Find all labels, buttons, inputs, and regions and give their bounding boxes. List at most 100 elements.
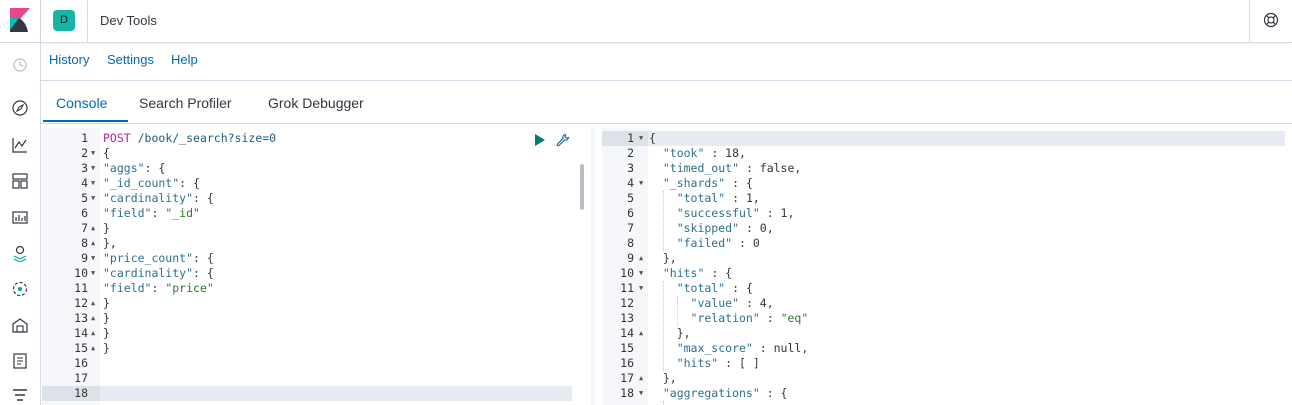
code-token: }	[103, 341, 110, 355]
fold-expand-icon[interactable]: ▲	[91, 311, 95, 326]
fold-collapse-icon[interactable]: ▼	[91, 251, 95, 266]
fold-collapse-icon[interactable]: ▼	[639, 131, 643, 146]
infrastructure-icon[interactable]	[11, 316, 29, 334]
header-bar: D Dev Tools	[41, 0, 1292, 43]
code-text: },	[649, 326, 691, 341]
request-editor[interactable]: 1 POST /book/_search?size=0 2 ▼{3 ▼ "aggs": {…	[42, 128, 584, 405]
response-output: 1 ▼{2 "took" : 18, 3 "timed_out" : false, 4…	[602, 128, 1285, 405]
fold-expand-icon[interactable]: ▲	[91, 221, 95, 236]
line-number: 18	[74, 386, 88, 400]
fold-collapse-icon[interactable]: ▼	[639, 266, 643, 281]
fold-expand-icon[interactable]: ▲	[639, 326, 643, 341]
code-line: 7 ▲}	[42, 221, 584, 236]
code-token: : {	[193, 266, 214, 280]
code-text: "value" : 4,	[649, 296, 774, 311]
line-number: 8	[81, 236, 88, 250]
discover-icon[interactable]	[11, 99, 29, 117]
code-token: : false,	[739, 161, 802, 175]
fold-collapse-icon[interactable]: ▼	[91, 191, 95, 206]
code-token: }	[103, 311, 110, 325]
fold-expand-icon[interactable]: ▲	[91, 236, 95, 251]
kibana-logo[interactable]	[10, 8, 30, 32]
line-number: 13	[74, 311, 88, 325]
code-line: 10 ▼ "cardinality": {	[42, 266, 584, 281]
fold-collapse-icon[interactable]: ▼	[639, 281, 643, 296]
fold-expand-icon[interactable]: ▲	[639, 251, 643, 266]
code-text: "skipped" : 0,	[649, 221, 774, 236]
code-text: {	[649, 131, 656, 146]
code-line: 9 ▲ },	[602, 251, 1285, 266]
apm-icon[interactable]	[11, 387, 29, 405]
fold-expand-icon[interactable]: ▲	[91, 326, 95, 341]
line-number: 13	[620, 311, 634, 325]
code-token: "total"	[649, 191, 726, 205]
history-link[interactable]: History	[49, 52, 89, 67]
code-line: 16 "hits" : [ ]	[602, 356, 1285, 371]
line-number: 5	[627, 191, 634, 205]
code-text: POST /book/_search?size=0	[103, 131, 276, 146]
line-number: 3	[627, 161, 634, 175]
dashboard-icon[interactable]	[11, 172, 29, 190]
settings-link[interactable]: Settings	[107, 52, 154, 67]
code-token: /book/_search?size=0	[130, 131, 277, 145]
visualize-icon[interactable]	[11, 136, 29, 154]
help-icon[interactable]	[1263, 12, 1279, 28]
line-number: 15	[620, 341, 634, 355]
code-token: "field"	[103, 206, 152, 220]
tab-search-profiler[interactable]: Search Profiler	[139, 95, 232, 111]
line-number: 18	[620, 386, 634, 400]
code-line: 18	[42, 386, 584, 401]
code-token: "field"	[103, 281, 152, 295]
code-token: : {	[725, 281, 753, 295]
code-token: },	[649, 251, 677, 265]
code-token: : 1,	[725, 191, 760, 205]
line-number: 16	[74, 356, 88, 370]
code-token: : {	[179, 176, 200, 190]
code-text: "price_count": {	[103, 251, 214, 266]
wrench-icon[interactable]	[556, 133, 570, 147]
code-token: {	[103, 146, 110, 160]
fold-collapse-icon[interactable]: ▼	[639, 176, 643, 191]
maps-icon[interactable]	[11, 244, 29, 262]
code-token: :	[151, 281, 166, 295]
code-token: "took"	[649, 146, 705, 160]
editor-scrollbar[interactable]	[580, 164, 584, 210]
code-token: "hits"	[649, 356, 719, 370]
fold-collapse-icon[interactable]: ▼	[91, 176, 95, 191]
code-token: "_shards"	[649, 176, 726, 190]
fold-collapse-icon[interactable]: ▼	[91, 146, 95, 161]
run-icon[interactable]	[534, 134, 546, 146]
fold-expand-icon[interactable]: ▲	[639, 371, 643, 386]
panel-resizer[interactable]	[591, 128, 595, 405]
line-number: 2	[81, 146, 88, 160]
canvas-icon[interactable]	[11, 208, 29, 226]
fold-collapse-icon[interactable]: ▼	[639, 386, 643, 401]
logs-icon[interactable]	[11, 352, 29, 370]
fold-collapse-icon[interactable]: ▼	[91, 266, 95, 281]
code-token: :	[759, 311, 781, 325]
code-line: 17	[42, 371, 584, 386]
code-text: "aggs": {	[103, 161, 165, 176]
code-token: : 4,	[739, 296, 774, 310]
code-token: "eq"	[780, 311, 809, 325]
fold-expand-icon[interactable]: ▲	[91, 296, 95, 311]
code-text: }	[103, 311, 110, 326]
code-token: : 18,	[704, 146, 746, 160]
code-token: "max_score"	[649, 341, 753, 355]
code-token: },	[649, 371, 677, 385]
recent-icon[interactable]	[11, 56, 29, 74]
code-token: "total"	[649, 281, 726, 295]
fold-collapse-icon[interactable]: ▼	[91, 161, 95, 176]
code-line: 17 ▲ },	[602, 371, 1285, 386]
code-text: "failed" : 0	[649, 236, 760, 251]
ml-icon[interactable]	[11, 280, 29, 298]
space-avatar[interactable]: D	[53, 10, 75, 31]
help-menu[interactable]	[1249, 0, 1292, 42]
line-number: 17	[74, 371, 88, 385]
code-token: : {	[725, 176, 753, 190]
help-link[interactable]: Help	[171, 52, 198, 67]
tab-console[interactable]: Console	[56, 95, 107, 111]
fold-expand-icon[interactable]: ▲	[91, 341, 95, 356]
code-text: "aggregations" : {	[649, 386, 788, 401]
tab-grok-debugger[interactable]: Grok Debugger	[268, 95, 364, 111]
